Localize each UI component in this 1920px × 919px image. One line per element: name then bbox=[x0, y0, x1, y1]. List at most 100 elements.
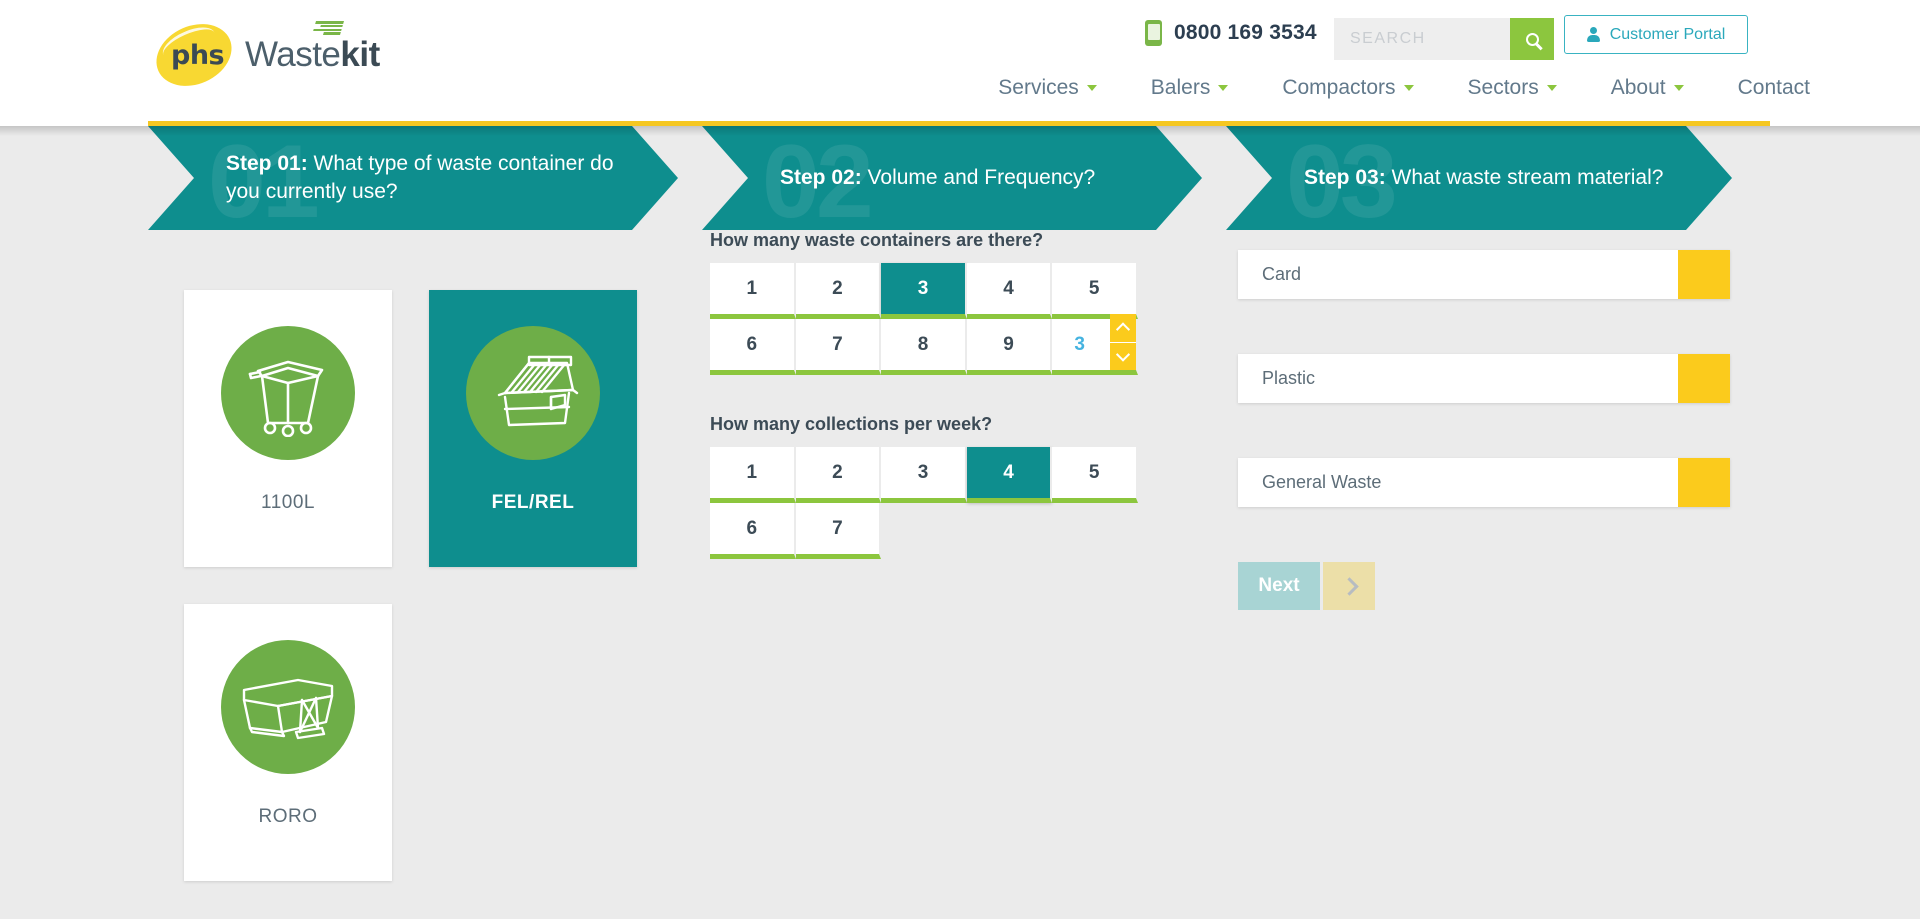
waste-stream-dropdown-plastic[interactable]: Plastic bbox=[1238, 354, 1730, 403]
container-type-card-list: 1100L FEL/REL RORO bbox=[184, 290, 664, 881]
container-card-fel-rel[interactable]: FEL/REL bbox=[429, 290, 637, 567]
volume-frequency-panel: How many waste containers are there? 1 2… bbox=[710, 230, 1150, 559]
step-banner-02[interactable]: 02 Step 02: Volume and Frequency? bbox=[702, 126, 1202, 230]
step-banner-03[interactable]: 03 Step 03: What waste stream material? bbox=[1226, 126, 1732, 230]
step-question: What waste stream material? bbox=[1385, 165, 1664, 189]
dropdown-value: Plastic bbox=[1262, 368, 1316, 388]
chevron-right-icon bbox=[1339, 576, 1359, 596]
dropdown-toggle-icon[interactable] bbox=[1678, 250, 1730, 299]
step-text: Step 01: What type of waste container do… bbox=[226, 150, 622, 207]
phone-block[interactable]: 0800 169 3534 bbox=[1145, 20, 1317, 46]
container-count-option-2[interactable]: 2 bbox=[795, 263, 882, 319]
mobile-phone-icon bbox=[1145, 20, 1162, 46]
front-end-loader-icon bbox=[466, 326, 600, 460]
step-label: Step 01: bbox=[226, 151, 308, 175]
containers-number-grid: 1 2 3 4 5 6 7 8 9 3 bbox=[710, 263, 1138, 375]
container-count-option-7[interactable]: 7 bbox=[795, 319, 882, 375]
header-shadow bbox=[0, 126, 1920, 136]
site-header: phs Wastekit 0800 169 3534 Customer Port… bbox=[0, 0, 1920, 136]
chevron-down-icon bbox=[1218, 85, 1229, 91]
next-arrow-button[interactable] bbox=[1323, 562, 1375, 610]
container-count-custom-stepper[interactable]: 3 bbox=[1052, 314, 1138, 375]
next-button[interactable]: Next bbox=[1238, 562, 1320, 610]
container-count-option-1[interactable]: 1 bbox=[710, 263, 796, 319]
waste-stream-dropdown-card[interactable]: Card bbox=[1238, 250, 1730, 299]
dropdown-toggle-icon[interactable] bbox=[1678, 354, 1730, 403]
step-question: Volume and Frequency? bbox=[861, 165, 1096, 189]
nav-label: Services bbox=[998, 76, 1079, 99]
dropdown-value: General Waste bbox=[1262, 472, 1382, 492]
step-text: Step 02: Volume and Frequency? bbox=[780, 164, 1095, 192]
nav-label: Sectors bbox=[1467, 76, 1539, 99]
collections-option-5[interactable]: 5 bbox=[1052, 447, 1138, 503]
nav-item-about[interactable]: About bbox=[1611, 76, 1684, 100]
chevron-down-icon bbox=[1403, 85, 1414, 91]
chevron-down-icon bbox=[1673, 85, 1684, 91]
nav-item-contact[interactable]: Contact bbox=[1738, 76, 1810, 100]
stepper-up-button[interactable] bbox=[1110, 314, 1136, 342]
logo-bars-icon bbox=[312, 21, 344, 35]
dropdown-value: Card bbox=[1262, 264, 1302, 284]
card-label: 1100L bbox=[261, 492, 315, 513]
chevron-up-icon bbox=[1115, 322, 1131, 337]
logo-word-bold: kit bbox=[340, 35, 380, 74]
nav-item-services[interactable]: Services bbox=[998, 76, 1097, 100]
wizard-content: 1100L FEL/REL RORO How many waste contai… bbox=[0, 230, 1920, 919]
collections-option-3[interactable]: 3 bbox=[881, 447, 967, 503]
step-text: Step 03: What waste stream material? bbox=[1304, 164, 1663, 192]
container-count-option-5[interactable]: 5 bbox=[1052, 263, 1138, 319]
logo-word-light: Waste bbox=[245, 35, 341, 74]
stepper-down-button[interactable] bbox=[1109, 341, 1136, 371]
step-label: Step 02: bbox=[780, 165, 862, 189]
site-logo[interactable]: phs Wastekit bbox=[146, 12, 380, 98]
container-card-1100l[interactable]: 1100L bbox=[184, 290, 392, 567]
chevron-down-icon bbox=[1546, 85, 1557, 91]
container-count-option-3[interactable]: 3 bbox=[881, 263, 967, 319]
header-yellow-rule bbox=[148, 121, 1770, 126]
nav-label: Balers bbox=[1150, 76, 1211, 99]
nav-item-compactors[interactable]: Compactors bbox=[1282, 76, 1414, 100]
container-count-option-9[interactable]: 9 bbox=[966, 319, 1053, 375]
container-count-option-8[interactable]: 8 bbox=[881, 319, 967, 375]
collections-option-7[interactable]: 7 bbox=[795, 503, 882, 559]
waste-stream-dropdown-general-waste[interactable]: General Waste bbox=[1238, 458, 1730, 507]
user-icon bbox=[1586, 27, 1600, 42]
phone-number: 0800 169 3534 bbox=[1174, 21, 1317, 44]
waste-stream-panel: Card Plastic General Waste Next bbox=[1238, 250, 1730, 610]
card-label: RORO bbox=[258, 806, 318, 827]
step-banner-01[interactable]: 01 Step 01: What type of waste container… bbox=[148, 126, 678, 230]
logo-wordmark: Wastekit bbox=[245, 21, 380, 75]
container-card-roro[interactable]: RORO bbox=[184, 604, 392, 881]
logo-phs-text: phs bbox=[171, 40, 225, 71]
chevron-down-icon bbox=[1115, 347, 1131, 362]
collections-number-grid: 1 2 3 4 5 6 7 bbox=[710, 447, 1138, 559]
stepper-buttons bbox=[1109, 314, 1136, 371]
collections-option-6[interactable]: 6 bbox=[710, 503, 796, 559]
chevron-down-icon bbox=[1086, 85, 1097, 91]
collections-question-label: How many collections per week? bbox=[710, 414, 993, 434]
nav-item-sectors[interactable]: Sectors bbox=[1468, 76, 1557, 100]
nav-item-balers[interactable]: Balers bbox=[1151, 76, 1229, 100]
main-navigation: Services Balers Compactors Sectors About… bbox=[998, 76, 1810, 100]
collections-option-1[interactable]: 1 bbox=[710, 447, 796, 503]
containers-question-label: How many waste containers are there? bbox=[710, 230, 1044, 250]
search-input[interactable] bbox=[1334, 18, 1510, 60]
dropdown-toggle-icon[interactable] bbox=[1678, 458, 1730, 507]
collections-option-4[interactable]: 4 bbox=[966, 447, 1053, 503]
customer-portal-label: Customer Portal bbox=[1609, 25, 1726, 43]
collections-option-2[interactable]: 2 bbox=[795, 447, 882, 503]
card-label: FEL/REL bbox=[491, 492, 575, 513]
container-count-option-6[interactable]: 6 bbox=[710, 319, 796, 375]
custom-count-value: 3 bbox=[1074, 333, 1085, 355]
nav-label: About bbox=[1610, 76, 1666, 99]
nav-label: Compactors bbox=[1282, 76, 1396, 99]
phs-logo-mark: phs bbox=[146, 12, 242, 98]
wheelie-bin-icon bbox=[221, 326, 355, 460]
search-icon bbox=[1525, 32, 1539, 46]
step-label: Step 03: bbox=[1304, 165, 1386, 189]
roll-on-roll-off-icon bbox=[221, 640, 355, 774]
container-count-option-4[interactable]: 4 bbox=[966, 263, 1053, 319]
search-button[interactable] bbox=[1510, 18, 1554, 60]
customer-portal-button[interactable]: Customer Portal bbox=[1564, 15, 1748, 54]
next-button-group: Next bbox=[1238, 562, 1730, 610]
